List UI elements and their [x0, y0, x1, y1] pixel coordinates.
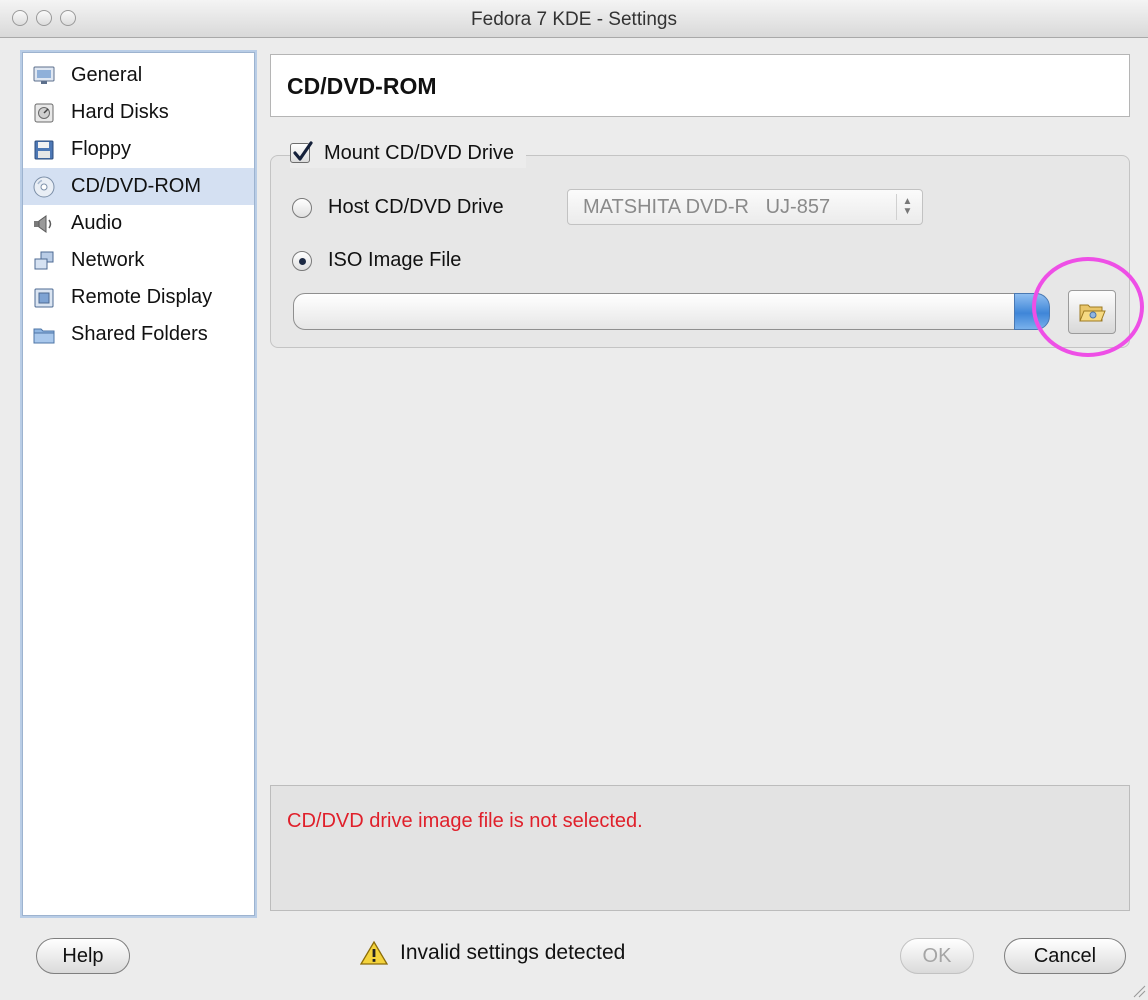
floppy-icon	[33, 139, 55, 161]
host-drive-select-value: MATSHITA DVD-R UJ-857	[583, 195, 831, 218]
mount-drive-checkbox-row[interactable]: Mount CD/DVD Drive	[290, 138, 527, 168]
help-button-label: Help	[62, 944, 104, 967]
sidebar-item-floppy[interactable]: Floppy	[23, 131, 254, 168]
title-bar[interactable]: Fedora 7 KDE - Settings	[0, 0, 1148, 38]
iso-path-combobox[interactable]	[293, 293, 1035, 330]
sidebar-item-audio[interactable]: Audio	[23, 205, 254, 242]
status-indicator: Invalid settings detected	[360, 940, 625, 966]
iso-image-option[interactable]: ISO Image File	[292, 249, 461, 272]
window-title: Fedora 7 KDE - Settings	[471, 9, 677, 30]
checkmark-icon	[293, 141, 313, 161]
sidebar-item-label: Hard Disks	[71, 101, 169, 123]
host-drive-select[interactable]: MATSHITA DVD-R UJ-857 ▲ ▼	[567, 189, 923, 225]
iso-image-radio[interactable]	[292, 250, 312, 271]
sidebar-item-label: Network	[71, 249, 145, 271]
help-button[interactable]: Help	[36, 938, 130, 974]
iso-path-dropdown-button[interactable]	[1014, 293, 1050, 330]
open-folder-icon	[1079, 304, 1106, 322]
host-drive-option[interactable]: Host CD/DVD Drive	[292, 196, 504, 219]
hard-disk-icon	[33, 102, 55, 124]
sidebar-item-shared-folders[interactable]: Shared Folders	[23, 316, 254, 353]
folder-icon	[33, 324, 55, 346]
resize-grip-icon[interactable]	[1130, 982, 1146, 998]
sidebar-item-label: Floppy	[71, 138, 132, 160]
sidebar-item-hard-disks[interactable]: Hard Disks	[23, 94, 254, 131]
sidebar-item-network[interactable]: Network	[23, 242, 254, 279]
sidebar-item-label: Audio	[71, 212, 123, 234]
browse-iso-button[interactable]	[1068, 290, 1116, 334]
updown-arrows-icon: ▲ ▼	[896, 194, 918, 220]
mount-drive-label: Mount CD/DVD Drive	[324, 141, 515, 164]
warning-icon	[360, 940, 388, 965]
cancel-button-label: Cancel	[1033, 944, 1097, 967]
sidebar-item-label: General	[71, 64, 143, 86]
sidebar-item-label: Remote Display	[71, 286, 213, 308]
iso-image-label: ISO Image File	[328, 249, 462, 271]
host-drive-label: Host CD/DVD Drive	[328, 196, 504, 218]
monitor-icon	[33, 65, 55, 87]
mount-drive-checkbox[interactable]	[290, 141, 313, 163]
sidebar-item-remote-display[interactable]: Remote Display	[23, 279, 254, 316]
validation-message-panel: CD/DVD drive image file is not selected.	[270, 785, 1130, 911]
sidebar-item-general[interactable]: General	[23, 57, 254, 94]
sidebar-item-label: CD/DVD-ROM	[71, 175, 201, 197]
page-header: CD/DVD-ROM	[270, 54, 1130, 117]
network-icon	[33, 250, 55, 272]
cancel-button[interactable]: Cancel	[1004, 938, 1126, 974]
page-title: CD/DVD-ROM	[287, 73, 437, 99]
ok-button-label: OK	[922, 944, 952, 967]
remote-display-icon	[33, 287, 55, 309]
sidebar-item-label: Shared Folders	[71, 323, 208, 345]
ok-button[interactable]: OK	[900, 938, 974, 974]
sidebar-item-cd-dvd-rom[interactable]: CD/DVD-ROM	[23, 168, 254, 205]
host-drive-radio[interactable]	[292, 197, 312, 218]
cd-icon	[33, 176, 55, 198]
validation-message: CD/DVD drive image file is not selected.	[287, 810, 643, 832]
status-text: Invalid settings detected	[400, 941, 626, 964]
speaker-icon	[33, 213, 55, 235]
settings-sidebar: General Hard Disks Floppy CD/DVD-ROM Aud…	[22, 52, 255, 916]
